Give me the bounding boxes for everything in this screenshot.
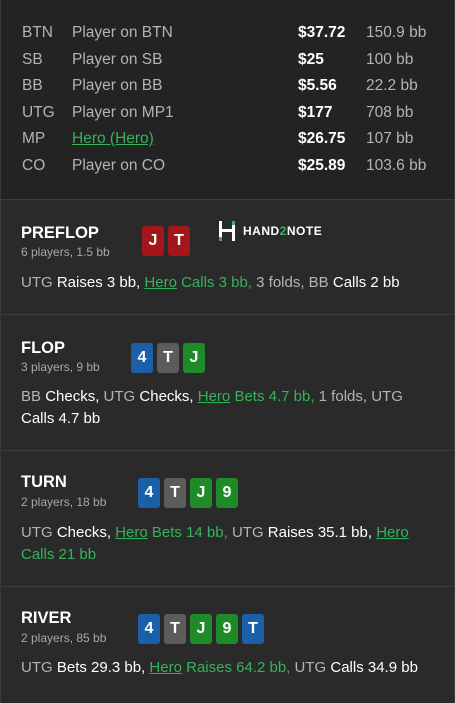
player-stack: $37.72 — [298, 24, 346, 41]
player-row: CO Player on CO $25.89 103.6 bb — [1, 153, 454, 180]
player-name: Player on BB — [72, 77, 163, 94]
player-stack: $26.75 — [298, 130, 346, 147]
player-stack: $25.89 — [298, 156, 346, 174]
card: T — [164, 478, 186, 508]
street-subtitle: 3 players, 9 bb — [21, 360, 100, 374]
hero-link[interactable]: Hero — [198, 388, 231, 405]
street-title: TURN — [21, 473, 67, 491]
card: 4 — [131, 343, 153, 373]
street-title: FLOP — [21, 339, 65, 357]
card: T — [242, 614, 264, 644]
board-cards: 4 T J 9 T — [138, 614, 264, 644]
hero-link[interactable]: Hero — [144, 274, 177, 291]
player-stack: $25 — [298, 50, 324, 68]
player-name: Player on BTN — [72, 24, 173, 41]
hero-name-link[interactable]: Hero (Hero) — [72, 130, 154, 148]
player-position: BTN — [22, 24, 53, 41]
player-position: BB — [22, 77, 43, 94]
card: T — [157, 343, 179, 373]
street-actions: UTG Bets 29.3 bb, Hero Raises 64.2 bb, U… — [21, 659, 418, 676]
street-river: RIVER 2 players, 85 bb 4 T J 9 T UTG Bet… — [1, 587, 454, 703]
street-flop: FLOP 3 players, 9 bb 4 T J BB Checks, UT… — [1, 315, 454, 451]
board-cards: 4 T J 9 — [138, 478, 238, 508]
hand2note-logo-icon — [219, 221, 235, 241]
player-row: SB Player on SB $25 100 bb — [1, 47, 454, 74]
player-stack-bb: 708 bb — [366, 103, 414, 121]
street-subtitle: 6 players, 1.5 bb — [21, 245, 110, 259]
player-stack-bb: 22.2 bb — [366, 77, 418, 94]
player-name: Player on MP1 — [72, 103, 174, 121]
street-subtitle: 2 players, 85 bb — [21, 631, 107, 645]
player-row: BTN Player on BTN $37.72 150.9 bb — [1, 20, 454, 47]
player-position: CO — [22, 156, 46, 174]
street-title: PREFLOP — [21, 224, 99, 242]
card: J — [183, 343, 205, 373]
card: 4 — [138, 614, 160, 644]
card: J — [142, 226, 164, 256]
street-turn: TURN 2 players, 18 bb 4 T J 9 UTG Checks… — [1, 451, 454, 587]
player-row: BB Player on BB $5.56 22.2 bb — [1, 73, 454, 100]
player-row-hero: MP Hero (Hero) $26.75 107 bb — [1, 126, 454, 153]
player-name: Player on SB — [72, 50, 163, 68]
hero-link[interactable]: Hero — [149, 659, 182, 676]
street-actions: UTG Raises 3 bb, Hero Calls 3 bb, 3 fold… — [21, 274, 400, 291]
player-position: UTG — [22, 103, 55, 121]
street-actions: BB Checks, UTG Checks, Hero Bets 4.7 bb,… — [21, 388, 403, 427]
street-actions: UTG Checks, Hero Bets 14 bb, UTG Raises … — [21, 524, 409, 563]
player-name: Player on CO — [72, 156, 166, 174]
hand-history-panel: BTN Player on BTN $37.72 150.9 bb SB Pla… — [0, 0, 455, 703]
player-stack: $177 — [298, 103, 333, 121]
hand2note-logo-text: HAND2NOTE — [243, 224, 323, 238]
card: J — [190, 614, 212, 644]
player-position: SB — [22, 50, 43, 68]
board-cards: 4 T J — [131, 343, 205, 373]
hero-link[interactable]: Hero — [376, 524, 409, 541]
card: 4 — [138, 478, 160, 508]
hand2note-logo: HAND2NOTE — [217, 220, 322, 242]
player-position: MP — [22, 130, 46, 147]
hero-link[interactable]: Hero — [115, 524, 148, 541]
card: T — [168, 226, 190, 256]
card: J — [190, 478, 212, 508]
street-preflop: PREFLOP 6 players, 1.5 bb J T HAND2NOTE … — [1, 200, 454, 315]
card: 9 — [216, 614, 238, 644]
player-stack-bb: 100 bb — [366, 50, 414, 68]
player-stack-bb: 150.9 bb — [366, 24, 427, 41]
player-stack-bb: 103.6 bb — [366, 156, 427, 174]
hero-hole-cards: J T — [142, 226, 190, 256]
player-stack: $5.56 — [298, 77, 337, 94]
players-table: BTN Player on BTN $37.72 150.9 bb SB Pla… — [1, 0, 454, 200]
card: T — [164, 614, 186, 644]
street-title: RIVER — [21, 609, 72, 627]
street-subtitle: 2 players, 18 bb — [21, 495, 107, 509]
player-stack-bb: 107 bb — [366, 130, 414, 147]
player-row: UTG Player on MP1 $177 708 bb — [1, 100, 454, 127]
card: 9 — [216, 478, 238, 508]
